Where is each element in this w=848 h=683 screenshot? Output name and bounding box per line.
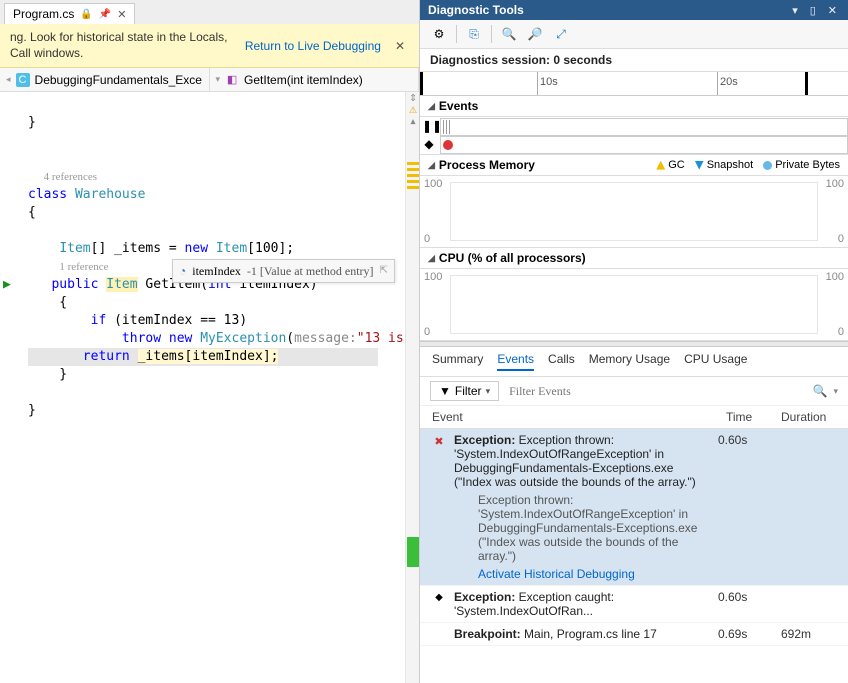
bottom-tabs: Summary Events Calls Memory Usage CPU Us… [420,347,848,377]
zoom-in-icon[interactable]: 🔍 [498,24,520,44]
tab-summary[interactable]: Summary [432,352,483,371]
chevron-down-icon[interactable]: ▾ [833,386,838,397]
column-duration[interactable]: Duration [781,410,836,424]
session-label: Diagnostics session: 0 seconds [420,49,848,72]
event-lanes[interactable]: ❚❚ ◆ [420,117,848,155]
codelens-references[interactable]: 1 reference [59,261,108,273]
panel-title: Diagnostic Tools [428,3,783,17]
legend-private-bytes: Private Bytes [763,159,840,171]
close-icon[interactable]: ✕ [391,39,409,53]
section-events-label: Events [439,99,478,113]
warning-text: ng. Look for historical state in the Loc… [10,30,235,61]
pin-icon[interactable]: ▯ [807,4,819,17]
chevron-down-icon[interactable]: ▾ [216,74,221,85]
tab-events[interactable]: Events [497,352,534,371]
zoom-out-icon[interactable]: 🔎 [524,24,546,44]
tab-program-cs[interactable]: Program.cs 🔒 📌 ✕ [4,3,135,24]
ruler-tick: 10s [540,76,558,88]
filter-button[interactable]: ▼ Filter ▾ [430,381,499,401]
breadcrumb-method-label: GetItem(int itemIndex) [244,73,363,87]
tab-label: Program.cs [13,7,74,21]
cpu-chart[interactable]: 100 0 100 0 [420,269,848,341]
chevron-left-icon[interactable]: ◂ [6,74,11,85]
diamond-icon: ◆ [432,590,446,603]
breadcrumb-method[interactable]: ▾ ◧ GetItem(int itemIndex) [210,68,420,91]
reset-zoom-icon[interactable]: ⤢ [550,24,572,44]
section-memory-label: Process Memory [439,158,535,172]
memory-chart[interactable]: 100 0 100 0 [420,176,848,248]
diamond-icon: ◆ [422,137,436,151]
collapse-icon[interactable]: ◢ [428,253,435,264]
funnel-icon: ▼ [439,384,451,398]
gear-icon[interactable]: ⚙ [428,24,450,44]
event-row[interactable]: Breakpoint: Main, Program.cs line 17 0.6… [420,623,848,646]
legend-snapshot: Snapshot [695,159,753,171]
exception-icon: ✖ [432,433,446,448]
diagnostics-toolbar: ⚙ ⎘ 🔍 🔎 ⤢ [420,20,848,49]
collapse-icon[interactable]: ◢ [428,160,435,171]
event-row[interactable]: ◆ Exception: Exception caught: 'System.I… [420,586,848,623]
tab-cpu-usage[interactable]: CPU Usage [684,352,747,371]
filter-row: ▼ Filter ▾ 🔍 ▾ [420,377,848,406]
datatip-var: itemIndex [192,262,241,280]
run-icon[interactable]: ▶ [3,276,11,294]
event-row[interactable]: ✖ Exception: Exception thrown: 'System.I… [420,429,848,586]
chevron-down-icon: ▾ [486,386,491,397]
event-time: 0.60s [718,590,773,604]
event-duration: 692m [781,627,836,641]
search-icon[interactable]: 🔍 [813,384,828,398]
close-icon[interactable]: ✕ [117,8,126,21]
datatip-value: -1 [Value at method entry] [247,262,374,280]
panel-title-bar: Diagnostic Tools ▾ ▯ ✕ [420,0,848,20]
pin-icon[interactable]: ⇱ [380,262,388,280]
codelens-references[interactable]: 4 references [44,171,97,183]
collapse-icon[interactable]: ◢ [428,101,435,112]
pin-icon[interactable]: 📌 [99,9,111,20]
select-tools-icon[interactable]: ⎘ [463,24,485,44]
section-cpu-label: CPU (% of all processors) [439,251,586,265]
window-menu-icon[interactable]: ▾ [789,4,801,17]
timeline-ruler[interactable]: 10s 20s [420,72,848,96]
pause-icon: ❚❚ [422,119,436,133]
blank-icon [432,627,446,629]
event-detail: Exception thrown: 'System.IndexOutOfRang… [454,493,710,563]
section-events[interactable]: ◢ Events [420,96,848,117]
exception-marker[interactable] [443,140,453,150]
column-event[interactable]: Event [432,410,726,424]
code-editor[interactable]: } 4 references class Warehouse { Item[] … [0,92,419,683]
section-cpu[interactable]: ◢ CPU (% of all processors) [420,248,848,269]
filter-label: Filter [455,384,482,398]
tab-memory-usage[interactable]: Memory Usage [589,352,670,371]
datatip[interactable]: ◔ itemIndex -1 [Value at method entry] ⇱ [172,259,395,283]
ruler-tick: 20s [720,76,738,88]
memory-legend: GC Snapshot Private Bytes [656,159,840,171]
filter-events-input[interactable] [509,384,806,399]
method-icon: ◧ [225,73,239,87]
close-icon[interactable]: ✕ [825,4,840,17]
warning-bar: ng. Look for historical state in the Loc… [0,24,419,68]
up-icon[interactable]: ▴ [406,116,419,128]
scroll-map[interactable]: ⇕ ⚠ ▴ [405,92,419,683]
event-time: 0.69s [718,627,773,641]
activate-historical-debugging-link[interactable]: Activate Historical Debugging [454,567,710,581]
document-tabbar: Program.cs 🔒 📌 ✕ [0,0,419,24]
breadcrumb-class-label: DebuggingFundamentals_Exce [35,73,202,87]
column-time[interactable]: Time [726,410,781,424]
legend-gc: GC [656,159,685,171]
event-time: 0.60s [718,433,773,447]
breadcrumb: ◂ C DebuggingFundamentals_Exce ▾ ◧ GetIt… [0,68,419,92]
breadcrumb-class[interactable]: ◂ C DebuggingFundamentals_Exce [0,68,210,91]
return-live-debugging-link[interactable]: Return to Live Debugging [245,39,381,53]
tab-calls[interactable]: Calls [548,352,575,371]
event-list[interactable]: ✖ Exception: Exception thrown: 'System.I… [420,429,848,683]
section-memory[interactable]: ◢ Process Memory GC Snapshot Private Byt… [420,155,848,176]
event-columns: Event Time Duration [420,406,848,429]
class-icon: C [16,73,30,87]
lock-icon: 🔒 [80,9,92,20]
filter-events-box[interactable]: 🔍 ▾ [509,384,838,399]
variable-icon: ◔ [179,262,186,280]
